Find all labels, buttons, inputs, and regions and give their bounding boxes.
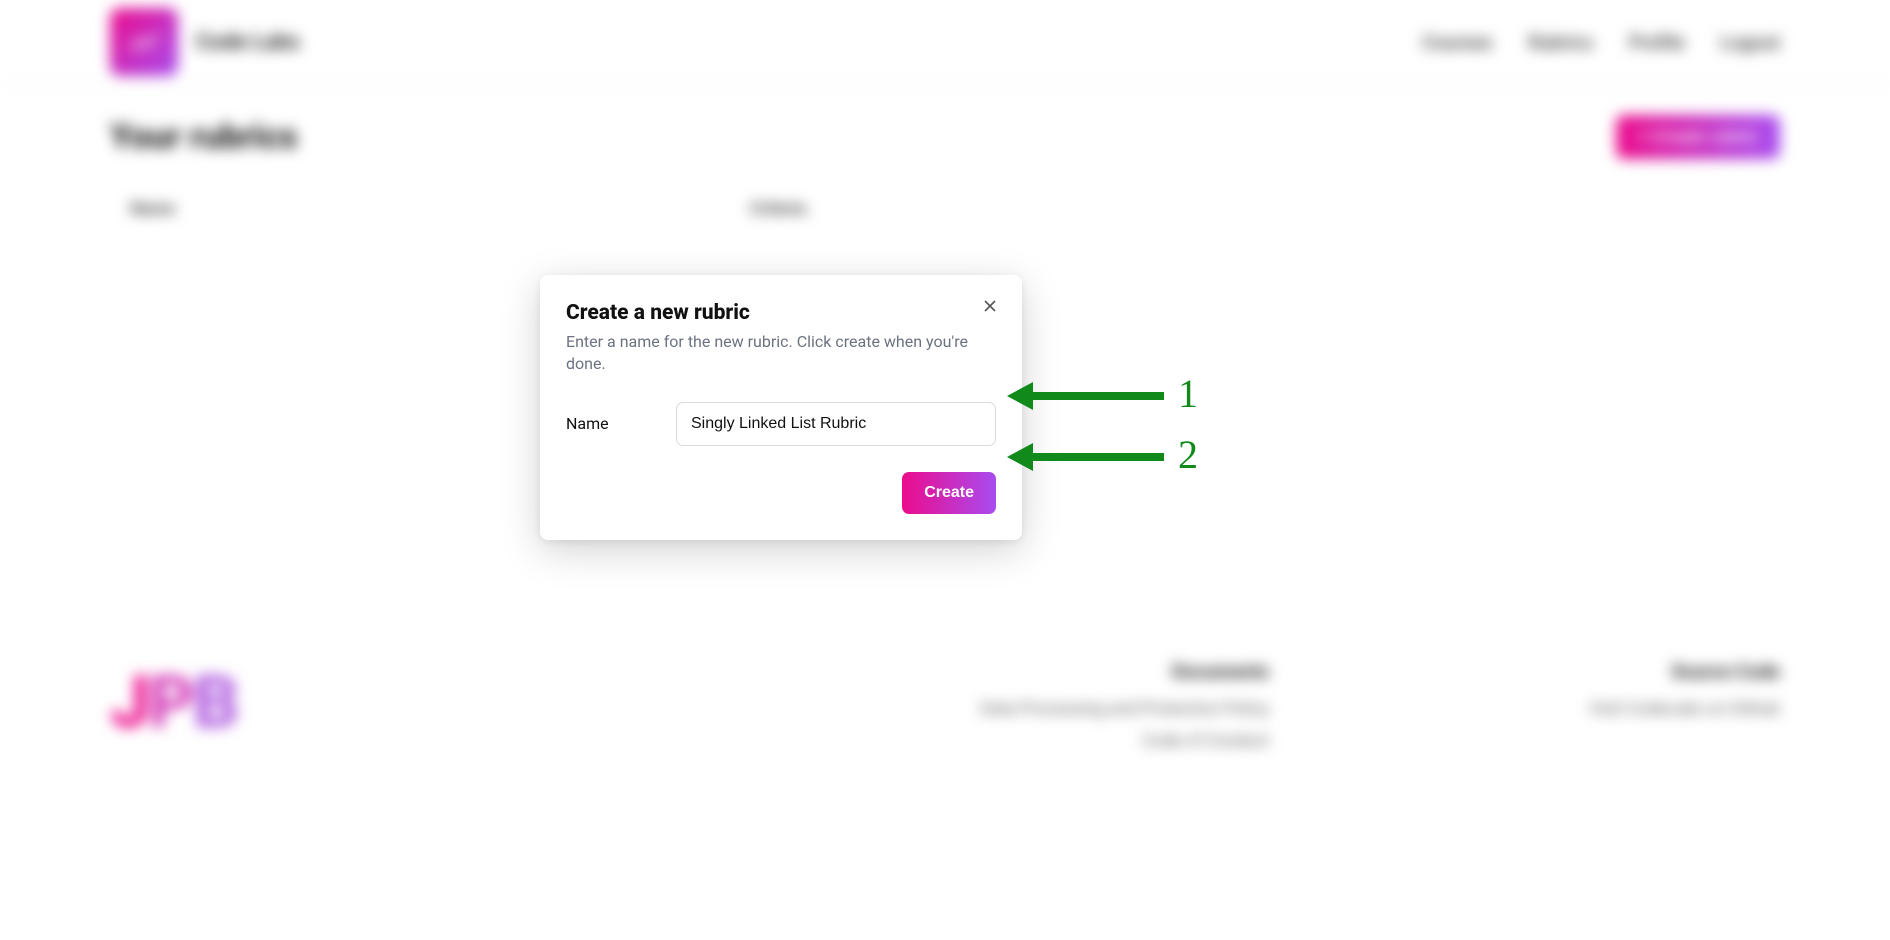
create-rubric-modal: Create a new rubric Enter a name for the… [540, 275, 1022, 540]
modal-actions: Create [566, 472, 996, 514]
name-input[interactable] [676, 402, 996, 446]
modal-title: Create a new rubric [566, 301, 996, 325]
modal-description: Enter a name for the new rubric. Click c… [566, 331, 996, 376]
close-icon [982, 298, 998, 317]
modal-overlay: Create a new rubric Enter a name for the… [0, 0, 1890, 940]
create-button[interactable]: Create [902, 472, 996, 514]
name-label: Name [566, 414, 656, 433]
close-button[interactable] [976, 293, 1004, 321]
form-row-name: Name [566, 402, 996, 446]
